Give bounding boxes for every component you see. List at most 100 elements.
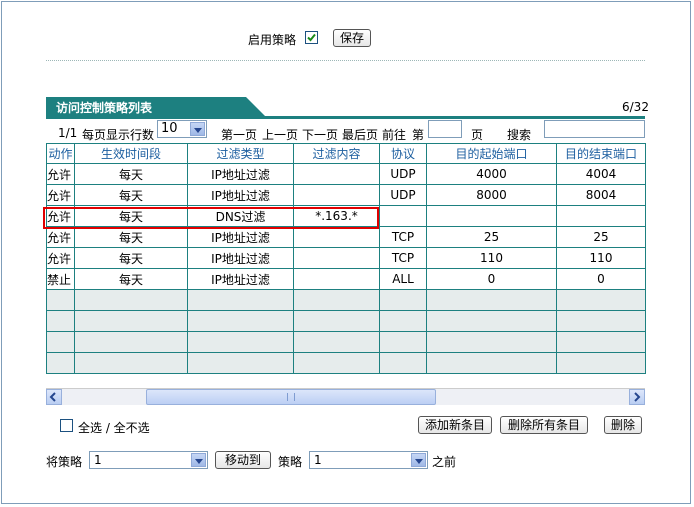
- per-page-select[interactable]: 10: [157, 120, 207, 138]
- table-cell: [293, 268, 380, 290]
- table-cell: 每天: [74, 247, 188, 269]
- table-cell: [187, 289, 294, 311]
- table-cell: [293, 331, 380, 353]
- table-row[interactable]: 允许 每天 IP地址过滤 UDP 4000 4004: [46, 163, 646, 185]
- table-cell: [426, 289, 557, 311]
- table-cell: [293, 163, 380, 185]
- arrow-left-icon: [49, 392, 56, 402]
- table-cell: 0: [426, 268, 557, 290]
- arrow-right-icon: [634, 392, 641, 402]
- move-middle-label: 策略: [278, 455, 303, 469]
- table-cell: 8000: [426, 184, 557, 206]
- add-entry-button[interactable]: 添加新条目: [418, 416, 492, 434]
- move-from-select[interactable]: 1: [89, 451, 208, 469]
- table-cell: [426, 310, 557, 332]
- table-cell: [74, 289, 188, 311]
- table-cell: 允许: [46, 226, 75, 248]
- table-cell: 每天: [74, 163, 188, 185]
- table-row[interactable]: 允许 每天 IP地址过滤 TCP 25 25: [46, 226, 646, 248]
- table-cell: 4004: [556, 163, 646, 185]
- check-icon: [307, 33, 316, 42]
- table-cell: [556, 205, 646, 227]
- table-cell: [46, 331, 75, 353]
- table-cell: [74, 352, 188, 374]
- table-row[interactable]: 允许 每天 IP地址过滤 UDP 8000 8004: [46, 184, 646, 206]
- table-cell: 禁止: [46, 268, 75, 290]
- enable-policy-label: 启用策略: [248, 33, 297, 47]
- move-target-select[interactable]: 1: [309, 451, 428, 469]
- list-title-tab: 访问控制策略列表: [46, 97, 266, 117]
- search-input[interactable]: [544, 120, 645, 138]
- horizontal-scrollbar[interactable]: [46, 388, 645, 405]
- table-cell: [379, 310, 427, 332]
- scroll-thumb[interactable]: [146, 389, 436, 405]
- table-cell: [187, 331, 294, 353]
- prev-page-link[interactable]: 上一页: [262, 126, 298, 143]
- table-cell: [46, 352, 75, 374]
- table-cell: IP地址过滤: [187, 226, 294, 248]
- table-cell: TCP: [379, 226, 427, 248]
- table-cell: [293, 289, 380, 311]
- move-suffix-label: 之前: [432, 455, 457, 469]
- table-cell: [187, 352, 294, 374]
- table-cell: [426, 331, 557, 353]
- enable-policy-checkbox[interactable]: [305, 31, 318, 44]
- chevron-down-icon: [190, 122, 205, 136]
- table-cell: 25: [556, 226, 646, 248]
- table-cell: [293, 226, 380, 248]
- table-cell: IP地址过滤: [187, 184, 294, 206]
- table-cell: 110: [426, 247, 557, 269]
- table-cell: [74, 310, 188, 332]
- policy-table: 动作 生效时间段 过滤类型 过滤内容 协议 目的起始端口 目的结束端口 允许 每天 IP地址过滤…: [46, 143, 646, 374]
- table-cell: 每天: [74, 268, 188, 290]
- move-from-value: 1: [94, 453, 102, 467]
- column-header: 动作: [46, 143, 75, 164]
- table-cell: [426, 352, 557, 374]
- table-cell: IP地址过滤: [187, 268, 294, 290]
- column-header: 过滤内容: [293, 143, 380, 164]
- search-label: 搜索: [507, 128, 532, 142]
- scroll-right-button[interactable]: [629, 389, 645, 405]
- table-cell: [379, 205, 427, 227]
- table-cell: UDP: [379, 163, 427, 185]
- table-cell: [379, 331, 427, 353]
- table-cell: [556, 310, 646, 332]
- table-cell: [46, 310, 75, 332]
- empty-table-row: [46, 331, 646, 353]
- move-to-button[interactable]: 移动到: [215, 451, 271, 469]
- scroll-left-button[interactable]: [46, 389, 62, 405]
- table-cell: 8004: [556, 184, 646, 206]
- column-header: 目的起始端口: [426, 143, 557, 164]
- first-page-link[interactable]: 第一页: [221, 126, 257, 143]
- page-number-input[interactable]: [428, 120, 462, 138]
- last-page-link[interactable]: 最后页: [342, 126, 378, 143]
- save-button[interactable]: 保存: [333, 29, 371, 47]
- next-page-link[interactable]: 下一页: [302, 126, 338, 143]
- table-cell: TCP: [379, 247, 427, 269]
- table-cell: UDP: [379, 184, 427, 206]
- table-cell: [46, 289, 75, 311]
- table-cell: IP地址过滤: [187, 247, 294, 269]
- goto-label: 前往: [382, 128, 407, 142]
- table-cell: 0: [556, 268, 646, 290]
- table-cell: 4000: [426, 163, 557, 185]
- record-count: 6/32: [622, 100, 649, 114]
- table-cell: [556, 289, 646, 311]
- chevron-down-icon: [191, 453, 206, 467]
- table-cell: [293, 247, 380, 269]
- page-prefix: 第: [412, 128, 425, 142]
- table-row[interactable]: 禁止 每天 IP地址过滤 ALL 0 0: [46, 268, 646, 290]
- delete-all-button[interactable]: 删除所有条目: [500, 416, 588, 434]
- table-cell: 允许: [46, 247, 75, 269]
- table-row[interactable]: 允许 每天 IP地址过滤 TCP 110 110: [46, 247, 646, 269]
- table-cell: [426, 205, 557, 227]
- select-all-checkbox[interactable]: [60, 419, 73, 432]
- table-cell: [556, 331, 646, 353]
- table-cell: 允许: [46, 184, 75, 206]
- table-cell: [293, 184, 380, 206]
- column-header: 目的结束端口: [556, 143, 646, 164]
- move-target-value: 1: [314, 453, 322, 467]
- column-header: 生效时间段: [74, 143, 188, 164]
- delete-button[interactable]: 删除: [604, 416, 642, 434]
- table-cell: ALL: [379, 268, 427, 290]
